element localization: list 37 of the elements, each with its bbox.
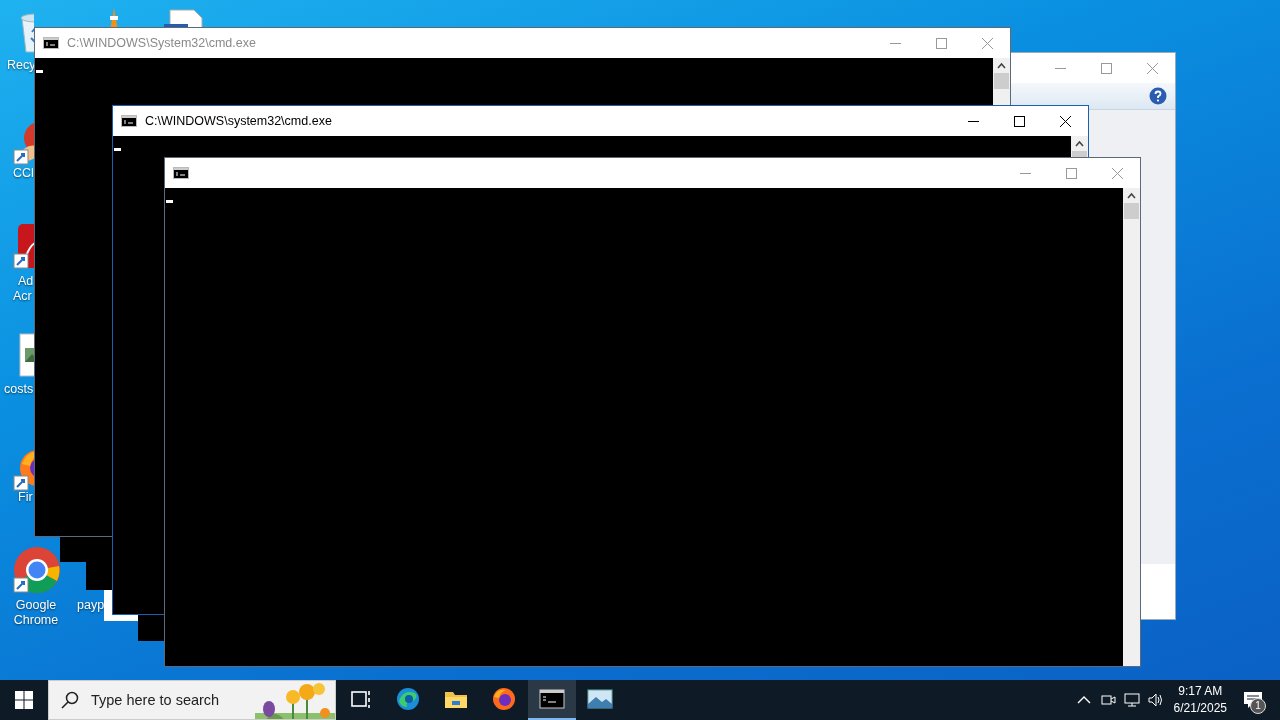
clock-time: 9:17 AM <box>1178 683 1223 700</box>
text-cursor <box>36 70 43 73</box>
camera-icon[interactable] <box>1099 692 1116 708</box>
icon-label: payp <box>77 598 105 613</box>
help-icon[interactable] <box>1149 87 1167 105</box>
icon-label: costs <box>4 382 34 397</box>
clock-date: 6/21/2025 <box>1173 700 1227 717</box>
search-box[interactable]: Type here to search <box>48 680 336 720</box>
console-icon <box>539 687 565 711</box>
scroll-bar[interactable] <box>1123 188 1140 666</box>
icon-label: Fir <box>18 490 33 505</box>
search-icon <box>61 691 79 709</box>
search-field[interactable]: Type here to search <box>91 692 261 708</box>
text-cursor <box>166 200 173 203</box>
icon-label: CCl <box>13 166 34 181</box>
console-taskbar-button[interactable] <box>528 680 576 720</box>
console-icon <box>121 115 137 127</box>
maximize-icon[interactable] <box>1013 115 1025 127</box>
windows-icon[interactable] <box>15 691 33 709</box>
close-icon[interactable] <box>1059 115 1071 127</box>
notification-badge: 1 <box>1250 698 1266 714</box>
icon-label: Acr <box>13 289 32 304</box>
text-cursor <box>114 148 121 151</box>
icon-label: Chrome <box>12 613 60 628</box>
volume-icon[interactable] <box>1147 692 1164 708</box>
icon-label: Recy <box>7 58 36 73</box>
console-icon <box>43 37 59 49</box>
window-title: C:\WINDOWS\system32\cmd.exe <box>145 114 333 128</box>
icon-label: Ad <box>18 274 34 289</box>
window-title: C:\WINDOWS\System32\cmd.exe <box>67 36 257 50</box>
photos-icon <box>587 687 613 711</box>
firefox-icon <box>491 687 517 711</box>
console-icon <box>173 167 189 179</box>
chrome-icon[interactable] <box>12 546 60 594</box>
network-icon[interactable] <box>1123 692 1140 708</box>
edge-icon <box>395 687 421 711</box>
icon-label: Google <box>14 598 58 613</box>
